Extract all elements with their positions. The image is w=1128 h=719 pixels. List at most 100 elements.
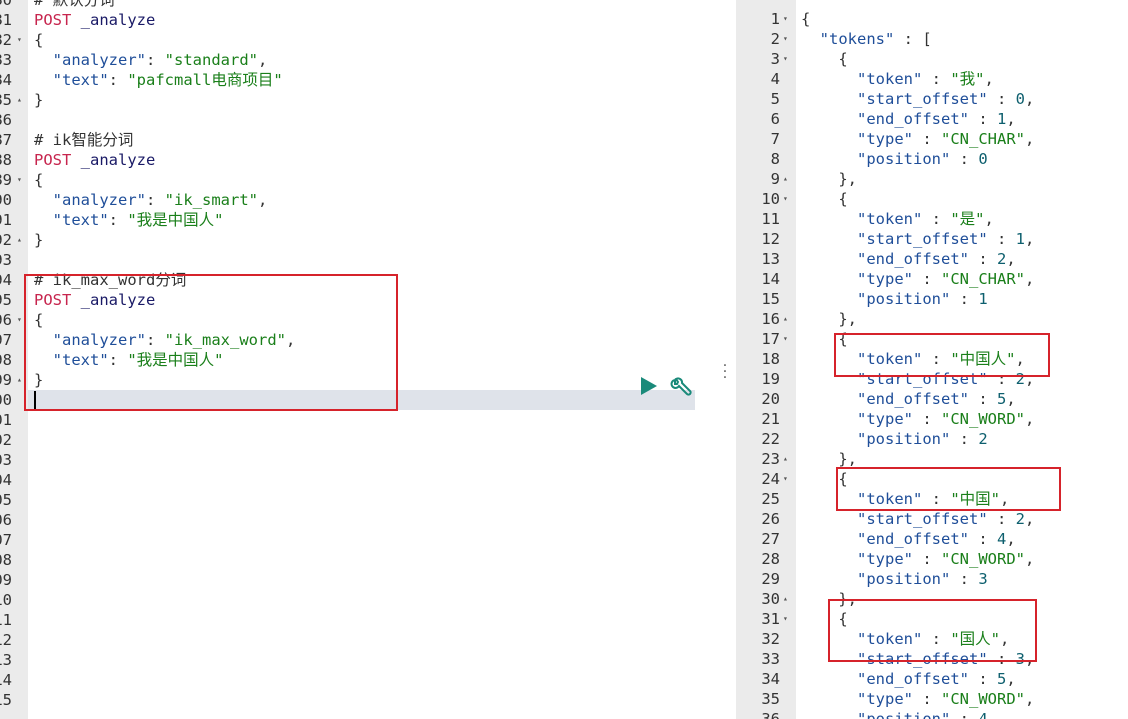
fold-open-icon[interactable]: ▾ [783,49,788,69]
code-token: , [1025,270,1035,288]
fold-open-icon[interactable]: ▾ [783,329,788,349]
fold-open-icon[interactable]: ▾ [783,29,788,49]
code-line[interactable]: "start_offset" : 1, [801,229,1034,249]
code-line[interactable]: "type" : "CN_WORD", [801,689,1034,709]
code-token: "analyzer" [52,191,146,209]
code-line[interactable]: } [34,90,43,110]
response-viewer[interactable]: 1 ▾{2 ▾ "tokens" : [3 ▾ {4 "token" : "我", 5 … [736,0,1128,719]
code-line[interactable]: "analyzer": "standard", [34,50,268,70]
code-line[interactable]: "end_offset" : 2, [801,249,1016,269]
code-token: "tokens" [819,30,895,48]
code-token: # ik智能分词 [34,131,134,149]
code-line[interactable]: }, [801,449,857,469]
code-line[interactable]: "position" : 4 [801,709,988,719]
line-number: 17 [761,330,780,348]
code-token: , [1025,130,1035,148]
code-token: , [1025,690,1035,708]
fold-open-icon[interactable]: ▾ [783,9,788,29]
code-line[interactable]: "position" : 0 [801,149,988,169]
code-line[interactable]: "token" : "是", [801,209,994,229]
code-token: 1 [1015,230,1025,248]
code-line[interactable]: "tokens" : [ [801,29,932,49]
fold-close-icon[interactable]: ▴ [17,370,22,390]
code-line[interactable]: "start_offset" : 0, [801,89,1034,109]
code-line[interactable]: "analyzer": "ik_smart", [34,190,268,210]
code-line[interactable]: { [801,49,847,69]
code-token: "CN_WORD" [941,550,1025,568]
code-line[interactable]: } [34,230,43,250]
fold-close-icon[interactable]: ▴ [17,90,22,110]
run-request-button[interactable] [640,377,658,395]
line-number: 111 [0,611,12,629]
code-token: : [968,530,997,548]
code-line[interactable]: "type" : "CN_CHAR", [801,269,1034,289]
code-line[interactable]: "text": "pafcmall电商项目" [34,70,283,90]
line-number: 22 [761,430,780,448]
code-line[interactable]: { [34,30,43,50]
code-token: "type" [857,550,913,568]
code-line[interactable]: "end_offset" : 4, [801,529,1016,549]
code-token: : [146,191,165,209]
fold-close-icon[interactable]: ▴ [783,309,788,329]
request-settings-button[interactable] [670,377,692,399]
code-token: "end_offset" [857,390,969,408]
pane-splitter[interactable]: · · · [714,0,736,719]
code-token: : [968,250,997,268]
code-line[interactable]: "text": "我是中国人" [34,210,224,230]
fold-open-icon[interactable]: ▾ [783,469,788,489]
code-line[interactable]: "type" : "CN_CHAR", [801,129,1034,149]
code-line[interactable]: "position" : 2 [801,429,988,449]
code-line[interactable]: POST _analyze [34,150,155,170]
code-line[interactable]: "end_offset" : 1, [801,109,1016,129]
fold-open-icon[interactable]: ▾ [783,189,788,209]
code-token: "position" [857,570,951,588]
request-editor[interactable]: 80 # 默认分词 81 POST _analyze 82 ▾ {83 "analyzer"… [0,0,714,719]
line-number: 11 [761,210,780,228]
code-line[interactable]: "type" : "CN_WORD", [801,549,1034,569]
code-token: "start_offset" [857,230,988,248]
fold-close-icon[interactable]: ▴ [783,589,788,609]
line-number: 97 [0,331,12,349]
fold-close-icon[interactable]: ▴ [783,169,788,189]
code-line[interactable]: "end_offset" : 5, [801,669,1016,689]
code-line[interactable]: # ik智能分词 [34,130,133,150]
line-number: 113 [0,651,12,669]
code-token: } [34,231,44,249]
code-token: , [984,70,994,88]
line-number: 14 [761,270,780,288]
code-line[interactable]: "type" : "CN_WORD", [801,409,1034,429]
line-number: 85 [0,91,12,109]
code-token: POST [34,11,72,29]
fold-open-icon[interactable]: ▾ [17,170,22,190]
code-token: "pafcmall电商项目" [127,71,283,89]
fold-open-icon[interactable]: ▾ [783,609,788,629]
code-token: , [1006,250,1016,268]
code-line[interactable]: }, [801,309,857,329]
code-line[interactable]: { [801,189,847,209]
line-number: 98 [0,351,12,369]
fold-open-icon[interactable]: ▾ [17,310,22,330]
code-line[interactable]: "position" : 3 [801,569,988,589]
code-line[interactable]: "position" : 1 [801,289,988,309]
vertical-dots-icon[interactable]: · · · [722,359,728,385]
line-number: 2 [770,30,780,48]
line-number: 30 [761,590,780,608]
code-token: "type" [857,690,913,708]
line-number: 100 [0,391,12,409]
fold-open-icon[interactable]: ▾ [17,30,22,50]
code-line[interactable]: { [801,9,810,29]
code-token: : [108,71,128,89]
code-line[interactable]: }, [801,169,857,189]
code-line[interactable]: "token" : "我", [801,69,994,89]
code-line[interactable]: { [34,170,43,190]
line-number: 108 [0,551,12,569]
code-line[interactable]: # 默认分词 [34,0,115,10]
code-line[interactable]: "end_offset" : 5, [801,389,1016,409]
fold-close-icon[interactable]: ▴ [783,449,788,469]
code-line[interactable]: POST _analyze [34,10,155,30]
line-number: 93 [0,251,12,269]
fold-close-icon[interactable]: ▴ [17,230,22,250]
line-number: 112 [0,631,12,649]
code-line[interactable]: "start_offset" : 2, [801,509,1034,529]
